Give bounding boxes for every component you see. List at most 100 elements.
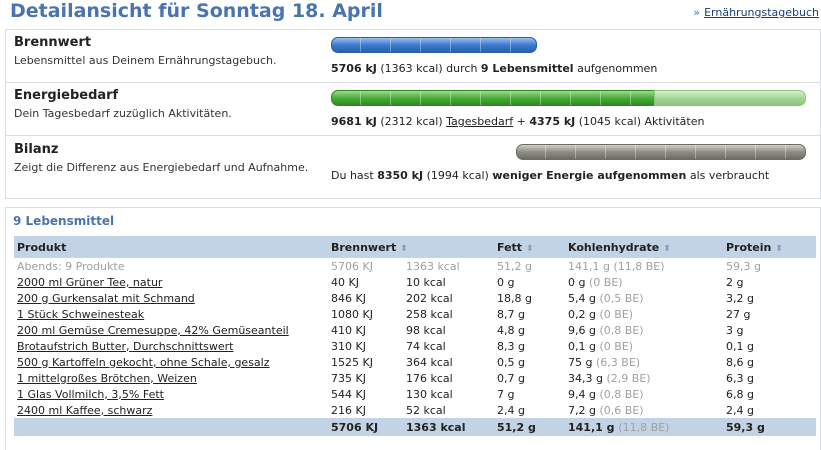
- activity-label: Aktivitäten: [644, 115, 705, 128]
- bilanz-row: Bilanz Zeigt die Differenz aus Energiebe…: [6, 137, 820, 189]
- energiebedarf-stat: 9681 kJ (2312 kcal) Tagesbedarf + 4375 k…: [331, 115, 704, 128]
- food-kh: 75 g (6,3 BE): [568, 355, 641, 369]
- energiebedarf-bar-activity: [654, 90, 806, 106]
- food-kh: 0 g (0 BE): [568, 275, 623, 289]
- col-product: Produkt: [14, 236, 328, 258]
- food-name-cell: 2400 ml Kaffee, schwarz: [14, 402, 328, 418]
- bilanz-title: Bilanz: [14, 142, 59, 157]
- food-kj: 544 KJ: [331, 387, 366, 401]
- food-fett: 0,5 g: [497, 355, 525, 369]
- food-kj: 1080 KJ: [331, 307, 373, 321]
- energiebedarf-row: Energiebedarf Dein Tagesbedarf zuzüglich…: [6, 83, 820, 136]
- energiebedarf-kj: 9681 kJ: [331, 115, 377, 128]
- bilanz-suffix: als verbraucht: [689, 169, 770, 182]
- bilanz-stat: Du hast 8350 kJ (1994 kcal) weniger Ener…: [331, 169, 769, 182]
- food-kj: 735 KJ: [331, 371, 366, 385]
- food-fett: 0,7 g: [497, 371, 525, 385]
- food-name-cell: 200 g Gurkensalat mit Schmand: [14, 290, 328, 306]
- total-kh: 141,1 g (11,8 BE): [565, 418, 723, 436]
- tagesbedarf-link[interactable]: Tagesbedarf: [446, 115, 513, 128]
- food-protein: 2 g: [726, 275, 744, 289]
- food-protein: 6,3 g: [726, 371, 754, 385]
- food-kh: 34,3 g (2,9 BE): [568, 371, 651, 385]
- food-fett: 4,8 g: [497, 323, 525, 337]
- food-kcal: 74 kcal: [406, 339, 446, 353]
- food-link[interactable]: Brotaufstrich Butter, Durchschnittswert: [17, 340, 234, 353]
- total-label: [14, 418, 328, 436]
- col-kohlenhydrate[interactable]: Kohlenhydrate ⬍: [565, 236, 723, 258]
- food-table: Produkt Brennwert ⬍ Fett ⬍ Kohlenhydrate ⬍ …: [14, 236, 816, 436]
- table-row: 2400 ml Kaffee, schwarz 216 KJ 52 kcal 2,4 …: [14, 402, 816, 418]
- subtotal-kj: 5706 KJ: [331, 259, 373, 273]
- food-protein: 2,4 g: [726, 403, 754, 417]
- food-link[interactable]: 1 mittelgroßes Brötchen, Weizen: [17, 372, 197, 385]
- table-row: Brotaufstrich Butter, Durchschnittswert 3…: [14, 338, 816, 354]
- food-link[interactable]: 500 g Kartoffeln gekocht, ohne Schale, g…: [17, 356, 270, 369]
- food-link[interactable]: 1 Glas Vollmilch, 3,5% Fett: [17, 388, 164, 401]
- energiebedarf-plus: +: [516, 115, 526, 128]
- page-title: Detailansicht für Sonntag 18. April: [10, 0, 383, 22]
- sort-icon: ⬍: [775, 243, 783, 254]
- brennwert-title: Brennwert: [14, 35, 92, 50]
- food-kcal: 130 kcal: [406, 387, 453, 401]
- food-kj: 310 KJ: [331, 339, 366, 353]
- food-protein: 6,8 g: [726, 387, 754, 401]
- food-name-cell: 1 Glas Vollmilch, 3,5% Fett: [14, 386, 328, 402]
- food-fett: 18,8 g: [497, 291, 532, 305]
- food-kh: 0,2 g (0 BE): [568, 307, 634, 321]
- col-protein[interactable]: Protein ⬍: [723, 236, 816, 258]
- food-kj: 1525 KJ: [331, 355, 373, 369]
- brennwert-suffix: aufgenommen: [577, 62, 658, 75]
- subtotal-kh: 141,1 g (11,8 BE): [568, 259, 665, 273]
- food-protein: 27 g: [726, 307, 751, 321]
- food-link[interactable]: 2000 ml Grüner Tee, natur: [17, 276, 162, 289]
- food-kj: 216 KJ: [331, 403, 366, 417]
- diary-link[interactable]: Ernährungstagebuch: [704, 6, 819, 19]
- table-row: 1 mittelgroßes Brötchen, Weizen 735 KJ 176…: [14, 370, 816, 386]
- table-row: 1 Stück Schweinesteak 1080 KJ 258 kcal 8,7 …: [14, 306, 816, 322]
- subtotal-name: Abends: 9 Produkte: [17, 259, 125, 273]
- food-name-cell: Brotaufstrich Butter, Durchschnittswert: [14, 338, 328, 354]
- food-kh: 7,2 g (0,6 BE): [568, 403, 644, 417]
- food-kh: 9,6 g (0,8 BE): [568, 323, 644, 337]
- food-protein: 3 g: [726, 323, 744, 337]
- food-kcal: 258 kcal: [406, 307, 453, 321]
- energiebedarf-bar-base: [331, 90, 656, 106]
- brennwert-row: Brennwert Lebensmittel aus Deinem Ernähr…: [6, 30, 820, 83]
- bilanz-kcal: (1994 kcal): [426, 169, 489, 182]
- energiebedarf-desc: Dein Tagesbedarf zuzüglich Aktivitäten.: [14, 107, 232, 120]
- brennwert-mid: durch: [446, 62, 478, 75]
- brennwert-kcal: (1363 kcal): [380, 62, 443, 75]
- bilanz-prefix: Du hast: [331, 169, 374, 182]
- subtotal-fett: 51,2 g: [497, 259, 532, 273]
- food-name-cell: 2000 ml Grüner Tee, natur: [14, 274, 328, 290]
- table-row: 500 g Kartoffeln gekocht, ohne Schale, g…: [14, 354, 816, 370]
- subtotal-row: Abends: 9 Produkte 5706 KJ 1363 kcal 51,…: [14, 258, 816, 274]
- col-brennwert[interactable]: Brennwert ⬍: [328, 236, 494, 258]
- bilanz-bar-track: [331, 144, 806, 160]
- food-fett: 8,7 g: [497, 307, 525, 321]
- diary-link-container: » Ernährungstagebuch: [693, 6, 819, 19]
- food-kcal: 202 kcal: [406, 291, 453, 305]
- food-fett: 8,3 g: [497, 339, 525, 353]
- food-list-title: 9 Lebensmittel: [13, 214, 115, 228]
- food-kcal: 10 kcal: [406, 275, 446, 289]
- food-name-cell: 1 mittelgroßes Brötchen, Weizen: [14, 370, 328, 386]
- food-kcal: 98 kcal: [406, 323, 446, 337]
- food-link[interactable]: 200 g Gurkensalat mit Schmand: [17, 292, 195, 305]
- energy-summary: Brennwert Lebensmittel aus Deinem Ernähr…: [5, 29, 821, 199]
- col-fett[interactable]: Fett ⬍: [494, 236, 565, 258]
- food-kj: 846 KJ: [331, 291, 366, 305]
- food-fett: 7 g: [497, 387, 515, 401]
- food-name-cell: 200 ml Gemüse Cremesuppe, 42% Gemüseante…: [14, 322, 328, 338]
- sort-icon: ⬍: [526, 243, 534, 254]
- food-kh: 5,4 g (0,5 BE): [568, 291, 644, 305]
- food-link[interactable]: 200 ml Gemüse Cremesuppe, 42% Gemüseante…: [17, 324, 289, 337]
- food-protein: 8,6 g: [726, 355, 754, 369]
- brennwert-stat: 5706 kJ (1363 kcal) durch 9 Lebensmittel…: [331, 62, 657, 75]
- food-link[interactable]: 2400 ml Kaffee, schwarz: [17, 404, 152, 417]
- food-link[interactable]: 1 Stück Schweinesteak: [17, 308, 144, 321]
- activity-kcal: (1045 kcal): [578, 115, 642, 128]
- energiebedarf-bar-track: [331, 90, 806, 106]
- brennwert-count: 9 Lebensmittel: [480, 62, 574, 75]
